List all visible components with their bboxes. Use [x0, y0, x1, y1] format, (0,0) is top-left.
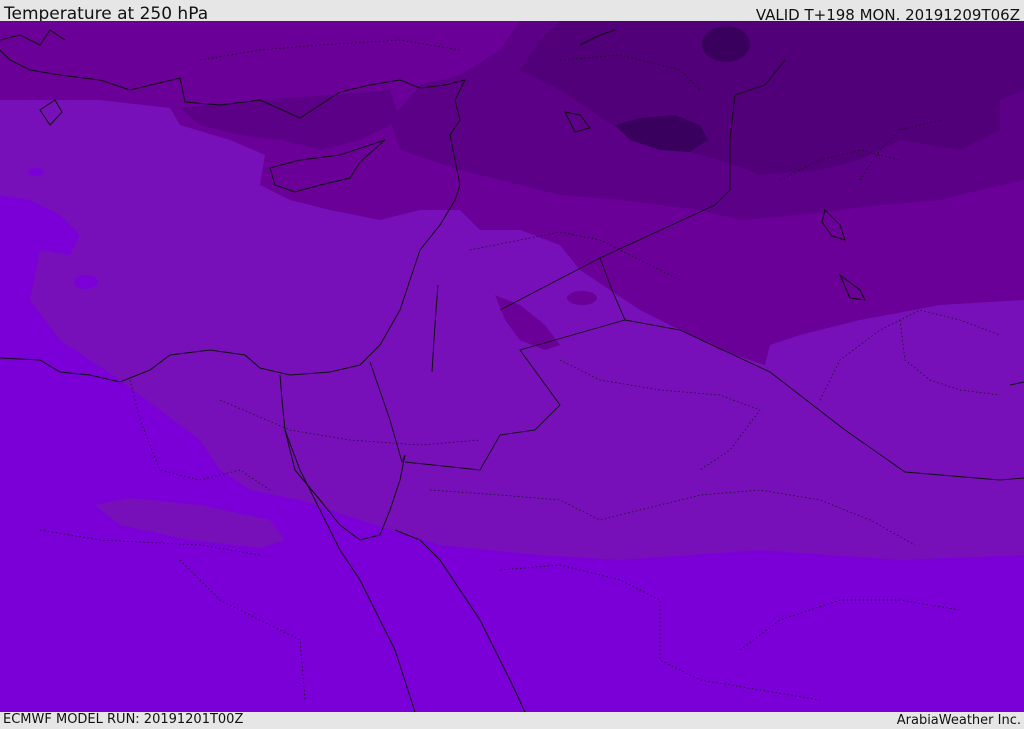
model-run: ECMWF MODEL RUN: 20191201T00Z	[3, 712, 244, 727]
temperature-map	[0, 21, 1024, 712]
field-warmest-spot-3	[28, 168, 44, 176]
footer-bar: ECMWF MODEL RUN: 20191201T00Z ArabiaWeat…	[0, 712, 1024, 729]
field-mid-spot	[567, 291, 597, 305]
map-frame: Temperature at 250 hPa VALID T+198 MON. …	[0, 0, 1024, 729]
field-coldest-1	[702, 26, 750, 62]
map-canvas	[0, 21, 1024, 712]
credit: ArabiaWeather Inc.	[896, 713, 1021, 728]
field-warmest-spot	[74, 275, 98, 289]
header-bar: Temperature at 250 hPa VALID T+198 MON. …	[0, 0, 1024, 24]
